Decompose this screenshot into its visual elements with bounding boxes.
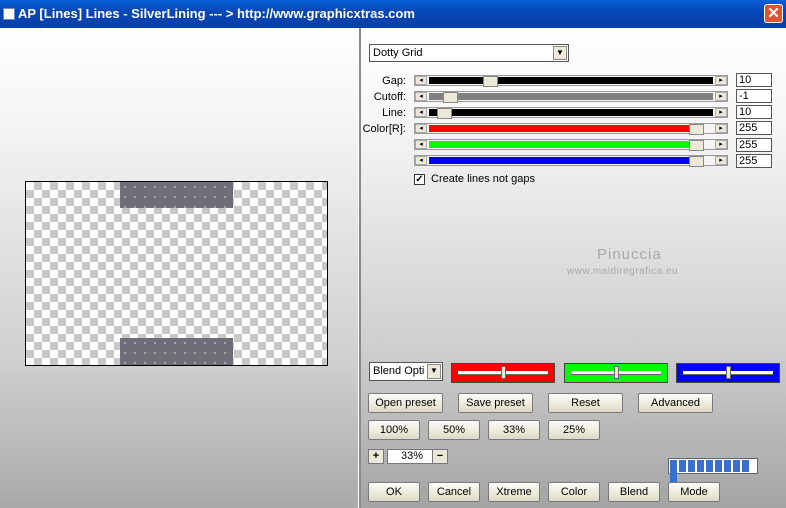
advanced-button[interactable]: Advanced xyxy=(638,393,713,413)
zoom-50-button[interactable]: 50% xyxy=(428,420,480,440)
gap-value-field[interactable]: 10 xyxy=(736,73,772,87)
mini-slider-track xyxy=(571,366,661,379)
color-b-slider[interactable]: ◂ ▸ xyxy=(414,155,728,167)
progress-segment xyxy=(733,460,740,472)
watermark-url: www.maidiregrafica.eu xyxy=(567,266,679,277)
slider-left-arrow-icon[interactable]: ◂ xyxy=(415,108,427,117)
xtreme-button[interactable]: Xtreme xyxy=(488,482,540,502)
mini-slider-thumb[interactable] xyxy=(614,366,619,379)
cancel-button[interactable]: Cancel xyxy=(428,482,480,502)
watermark-name: Pinuccia xyxy=(597,246,662,263)
slider-right-arrow-icon[interactable]: ▸ xyxy=(715,140,727,149)
color-r-value-field[interactable]: 255 xyxy=(736,121,772,135)
slider-left-arrow-icon[interactable]: ◂ xyxy=(415,92,427,101)
close-icon: ✕ xyxy=(767,5,780,22)
cutoff-label: Cutoff: xyxy=(373,91,406,103)
ok-button[interactable]: OK xyxy=(368,482,420,502)
mini-slider-track xyxy=(458,366,548,379)
slider-right-arrow-icon[interactable]: ▸ xyxy=(715,124,727,133)
slider-track xyxy=(429,140,713,151)
mode-button[interactable]: Mode xyxy=(668,482,720,502)
gap-slider[interactable]: ◂ ▸ xyxy=(414,75,728,87)
slider-right-arrow-icon[interactable]: ▸ xyxy=(715,76,727,85)
progress-segment xyxy=(742,460,749,472)
slider-thumb[interactable] xyxy=(437,108,452,119)
zoom-100-button[interactable]: 100% xyxy=(368,420,420,440)
reset-button[interactable]: Reset xyxy=(548,393,623,413)
zoom-out-button[interactable]: − xyxy=(432,449,448,464)
slider-track xyxy=(429,108,713,119)
close-button[interactable]: ✕ xyxy=(764,4,783,23)
slider-left-arrow-icon[interactable]: ◂ xyxy=(415,140,427,149)
slider-track xyxy=(429,92,713,103)
mini-slider-track xyxy=(683,366,773,379)
title-bar: AP [Lines] Lines - SilverLining --- > ht… xyxy=(0,0,786,28)
mini-slider-thumb[interactable] xyxy=(726,366,731,379)
slider-left-arrow-icon[interactable]: ◂ xyxy=(415,156,427,165)
grid-block-bottom xyxy=(120,338,233,365)
mini-slider-thumb[interactable] xyxy=(501,366,506,379)
progress-bar xyxy=(668,458,758,484)
line-slider[interactable]: ◂ ▸ xyxy=(414,107,728,119)
blue-color-box[interactable] xyxy=(676,363,780,383)
grid-block-top xyxy=(120,182,233,208)
slider-right-arrow-icon[interactable]: ▸ xyxy=(715,108,727,117)
color-button[interactable]: Color xyxy=(548,482,600,502)
red-color-box[interactable] xyxy=(451,363,555,383)
progress-segment xyxy=(670,460,677,472)
gap-label: Gap: xyxy=(382,75,406,87)
color-r-label: Color[R]: xyxy=(362,123,406,135)
progress-segment xyxy=(679,460,686,472)
line-label: Line: xyxy=(382,107,406,119)
color-b-value-field[interactable]: 255 xyxy=(736,154,772,168)
preview-canvas[interactable] xyxy=(25,181,328,366)
zoom-25-button[interactable]: 25% xyxy=(548,420,600,440)
blend-button[interactable]: Blend xyxy=(608,482,660,502)
slider-thumb[interactable] xyxy=(689,140,704,151)
line-value-field[interactable]: 10 xyxy=(736,105,772,119)
cutoff-slider[interactable]: ◂ ▸ xyxy=(414,91,728,103)
slider-right-arrow-icon[interactable]: ▸ xyxy=(715,156,727,165)
slider-track xyxy=(429,124,713,135)
progress-segment xyxy=(715,460,722,472)
slider-right-arrow-icon[interactable]: ▸ xyxy=(715,92,727,101)
window-icon xyxy=(3,8,15,20)
window-title: AP [Lines] Lines - SilverLining --- > ht… xyxy=(18,6,415,21)
slider-thumb[interactable] xyxy=(483,76,498,87)
chevron-down-icon: ▼ xyxy=(553,46,567,60)
zoom-level-field[interactable]: 33% xyxy=(387,449,437,464)
slider-thumb[interactable] xyxy=(689,156,704,167)
slider-left-arrow-icon[interactable]: ◂ xyxy=(415,76,427,85)
slider-track xyxy=(429,76,713,87)
cutoff-value-field[interactable]: -1 xyxy=(736,89,772,103)
create-lines-checkbox[interactable]: ✓ xyxy=(414,174,425,185)
color-r-slider[interactable]: ◂ ▸ xyxy=(414,123,728,135)
preset-dropdown-value: Dotty Grid xyxy=(373,47,423,59)
color-g-value-field[interactable]: 255 xyxy=(736,138,772,152)
open-preset-button[interactable]: Open preset xyxy=(368,393,443,413)
progress-segment xyxy=(706,460,713,472)
green-color-box[interactable] xyxy=(564,363,668,383)
save-preset-button[interactable]: Save preset xyxy=(458,393,533,413)
zoom-33-button[interactable]: 33% xyxy=(488,420,540,440)
create-lines-label: Create lines not gaps xyxy=(431,173,535,185)
slider-left-arrow-icon[interactable]: ◂ xyxy=(415,124,427,133)
slider-thumb[interactable] xyxy=(689,124,704,135)
slider-track xyxy=(429,156,713,167)
progress-segment xyxy=(697,460,704,472)
zoom-in-button[interactable]: + xyxy=(368,449,384,464)
slider-thumb[interactable] xyxy=(443,92,458,103)
chevron-down-icon: ▼ xyxy=(427,364,441,379)
progress-segment xyxy=(688,460,695,472)
color-g-slider[interactable]: ◂ ▸ xyxy=(414,139,728,151)
blend-dropdown[interactable]: Blend Optio ▼ xyxy=(369,362,443,381)
progress-segment xyxy=(724,460,731,472)
preset-dropdown[interactable]: Dotty Grid ▼ xyxy=(369,44,569,62)
blend-dropdown-value: Blend Optio xyxy=(373,365,425,377)
